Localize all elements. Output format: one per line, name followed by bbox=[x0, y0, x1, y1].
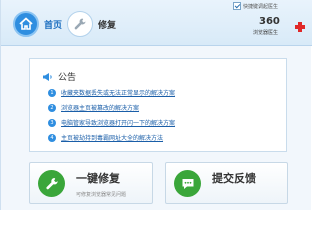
brand-name: 浏览器医生 bbox=[253, 30, 279, 36]
notice-item[interactable]: 2 浏览器主页被篡改的解决方案 bbox=[48, 100, 284, 115]
brand-logo: 360 浏览器医生 bbox=[249, 16, 309, 40]
notice-item-number: 1 bbox=[48, 88, 56, 97]
one-click-fix-button[interactable]: 一键修复 可修复浏览器常见问题 bbox=[29, 162, 153, 204]
notice-item[interactable]: 1 收藏夹数据丢失或无法正常显示的解决方案 bbox=[48, 85, 284, 100]
notice-item-link[interactable]: 电脑管家导致浏览器打开闪一下的解决方案 bbox=[61, 118, 175, 127]
notice-item[interactable]: 3 电脑管家导致浏览器打开闪一下的解决方案 bbox=[48, 115, 284, 130]
notice-list: 1 收藏夹数据丢失或无法正常显示的解决方案 2 浏览器主页被篡改的解决方案 3 … bbox=[48, 85, 284, 145]
wrench-icon bbox=[67, 11, 93, 37]
chat-bubble-icon bbox=[174, 170, 201, 197]
red-cross-icon bbox=[295, 22, 305, 32]
megaphone-icon bbox=[42, 67, 53, 86]
tab-repair-label: 修复 bbox=[98, 20, 117, 31]
home-icon bbox=[13, 11, 39, 37]
notice-panel: 公告 1 收藏夹数据丢失或无法正常显示的解决方案 2 浏览器主页被篡改的解决方案… bbox=[29, 58, 287, 152]
notice-item-number: 4 bbox=[48, 133, 56, 142]
hotkey-doctor-checkbox[interactable]: 快捷键调起医生 bbox=[233, 2, 278, 10]
brand-number: 360 bbox=[259, 16, 280, 27]
notice-item-link[interactable]: 收藏夹数据丢失或无法正常显示的解决方案 bbox=[61, 88, 175, 97]
feedback-button-title: 提交反馈 bbox=[212, 172, 256, 185]
fix-button-title: 一键修复 bbox=[76, 172, 120, 185]
notice-header: 公告 bbox=[42, 67, 76, 86]
notice-item-link[interactable]: 浏览器主页被篡改的解决方案 bbox=[61, 103, 139, 112]
notice-item-link[interactable]: 主页被劫持到毒霸网址大全的解决方法 bbox=[61, 133, 163, 142]
checkbox-box[interactable] bbox=[233, 2, 241, 10]
wrench-icon bbox=[38, 170, 65, 197]
toolbar: 首页 修复 快捷键调起医生 360 浏览器医生 bbox=[1, 0, 312, 46]
submit-feedback-button[interactable]: 提交反馈 bbox=[165, 162, 288, 204]
notice-title: 公告 bbox=[58, 73, 77, 83]
checkbox-label: 快捷键调起医生 bbox=[243, 3, 279, 10]
notice-item-number: 2 bbox=[48, 103, 56, 112]
fix-button-subtitle: 可修复浏览器常见问题 bbox=[76, 192, 127, 198]
doctor-window: 首页 修复 快捷键调起医生 360 浏览器医生 公告 1 收藏夹数据丢失或无法正… bbox=[0, 0, 312, 210]
tab-home-label: 首页 bbox=[44, 20, 63, 31]
notice-item-number: 3 bbox=[48, 118, 56, 127]
tab-home[interactable]: 首页 bbox=[13, 10, 62, 38]
notice-item[interactable]: 4 主页被劫持到毒霸网址大全的解决方法 bbox=[48, 130, 284, 145]
tab-repair[interactable]: 修复 bbox=[67, 10, 116, 38]
